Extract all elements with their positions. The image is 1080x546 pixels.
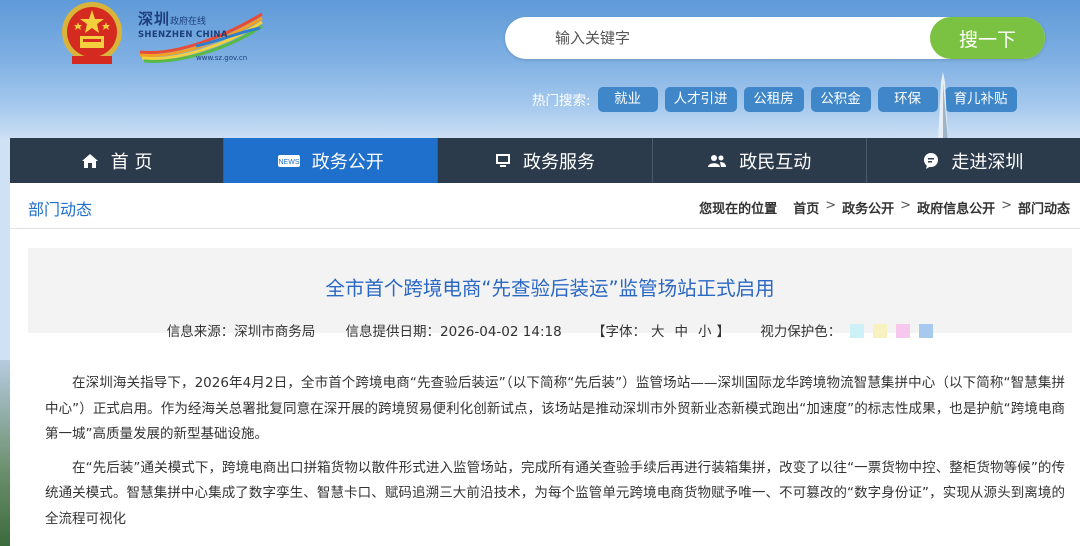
nav-item-label: 首 页 [110, 151, 153, 173]
eye-care-label: 视力保护色： [760, 324, 842, 340]
background-photo-strip [0, 360, 10, 546]
main-nav: 首 页 NEWS 政务公开 政务服务 政民互动 走进深圳 [10, 138, 1080, 183]
breadcrumb-separator: > [825, 198, 837, 213]
font-label-open: 【字体： [591, 324, 646, 340]
article-paragraph: 在“先后装”通关模式下，跨境电商出口拼箱货物以散件形式进入监管场站，完成所有通关… [45, 459, 1065, 527]
hot-tag-jobs[interactable]: 就业 [597, 86, 658, 112]
breadcrumb-bar: 部门动态 您现在的位置 首页 > 政务公开 > 政府信息公开 > 部门动态 [10, 183, 1080, 229]
breadcrumb-government-affairs[interactable]: 政务公开 [842, 198, 894, 217]
eye-care-swatch-cyan[interactable] [850, 324, 865, 338]
news-icon: NEWS [277, 154, 300, 168]
article-source: 信息来源：深圳市商务局 [166, 324, 316, 340]
logo-brand-en: SHENZHEN CHINA [138, 30, 228, 40]
logo-url: www.sz.gov.cn [196, 54, 248, 62]
font-size-small[interactable]: 小 [698, 324, 712, 340]
site-logo[interactable]: 深圳政府在线 SHENZHEN CHINA www.sz.gov.cn [136, 6, 266, 64]
users-icon [707, 154, 727, 168]
nav-item-government-services[interactable]: 政务服务 [438, 138, 653, 183]
search-input[interactable] [555, 27, 915, 49]
article-meta: 信息来源：深圳市商务局 信息提供日期：2026-04-02 14:18 【字体：… [28, 320, 1072, 340]
nav-item-government-affairs[interactable]: NEWS 政务公开 [224, 138, 439, 183]
breadcrumb-home[interactable]: 首页 [793, 198, 819, 217]
search-button[interactable]: 搜一下 [930, 17, 1045, 59]
eye-care-swatch-yellow[interactable] [873, 324, 888, 338]
nav-item-label: 政民互动 [739, 151, 812, 173]
chat-bubble-icon [923, 152, 939, 169]
hot-search-label: 热门搜索: [532, 93, 591, 109]
nav-item-public-interaction[interactable]: 政民互动 [653, 138, 867, 183]
skyscraper-icon [938, 72, 948, 142]
font-size-medium[interactable]: 中 [674, 324, 688, 340]
breadcrumb-department-news[interactable]: 部门动态 [1018, 198, 1070, 217]
hot-tag-housing-fund[interactable]: 公积金 [810, 86, 871, 112]
eye-care-control: 视力保护色： [760, 324, 934, 340]
nav-item-label: 政务公开 [311, 151, 384, 173]
breadcrumb-separator: > [1001, 198, 1012, 213]
breadcrumb-separator [783, 198, 787, 217]
eye-care-swatch-pink[interactable] [896, 324, 911, 338]
search-box: 搜一下 [505, 17, 1045, 59]
breadcrumb-location-label: 您现在的位置 [699, 202, 778, 217]
eye-care-swatch-blue[interactable] [919, 324, 934, 338]
home-icon [81, 153, 99, 169]
breadcrumb: 您现在的位置 首页 > 政务公开 > 政府信息公开 > 部门动态 [699, 198, 1070, 217]
svg-text:NEWS: NEWS [278, 159, 299, 166]
article-body: 在深圳海关指导下，2026年4月2日，全市首个跨境电商“先查验后装运”（以下简称… [45, 371, 1065, 541]
national-emblem-icon [62, 2, 122, 64]
section-title: 部门动态 [28, 200, 93, 219]
article-container: 全市首个跨境电商“先查验后装运”监管场站正式启用 信息来源：深圳市商务局 信息提… [10, 229, 1080, 546]
article-date: 信息提供日期：2026-04-02 14:18 [345, 324, 562, 340]
article-paragraph: 在深圳海关指导下，2026年4月2日，全市首个跨境电商“先查验后装运”（以下简称… [45, 375, 1065, 443]
breadcrumb-separator: > [900, 198, 912, 213]
font-size-large[interactable]: 大 [651, 324, 665, 340]
breadcrumb-information-disclosure[interactable]: 政府信息公开 [917, 198, 995, 217]
monitor-icon [495, 153, 511, 168]
nav-item-label: 走进深圳 [951, 151, 1024, 173]
nav-item-about-shenzhen[interactable]: 走进深圳 [867, 138, 1080, 183]
site-header: 深圳政府在线 SHENZHEN CHINA www.sz.gov.cn 搜一下 … [0, 0, 1080, 142]
nav-item-label: 政务服务 [523, 151, 595, 173]
hot-tag-talent[interactable]: 人才引进 [664, 86, 737, 112]
font-label-close: 】 [716, 324, 730, 340]
article-title: 全市首个跨境电商“先查验后装运”监管场站正式启用 [325, 277, 775, 300]
article-header: 全市首个跨境电商“先查验后装运”监管场站正式启用 信息来源：深圳市商务局 信息提… [28, 248, 1072, 340]
font-size-control: 【字体： 大中小】 [592, 324, 734, 340]
nav-item-home[interactable]: 首 页 [10, 138, 225, 183]
hot-tag-public-housing[interactable]: 公租房 [743, 86, 804, 112]
logo-brand-cn: 深圳政府在线 [138, 10, 207, 28]
